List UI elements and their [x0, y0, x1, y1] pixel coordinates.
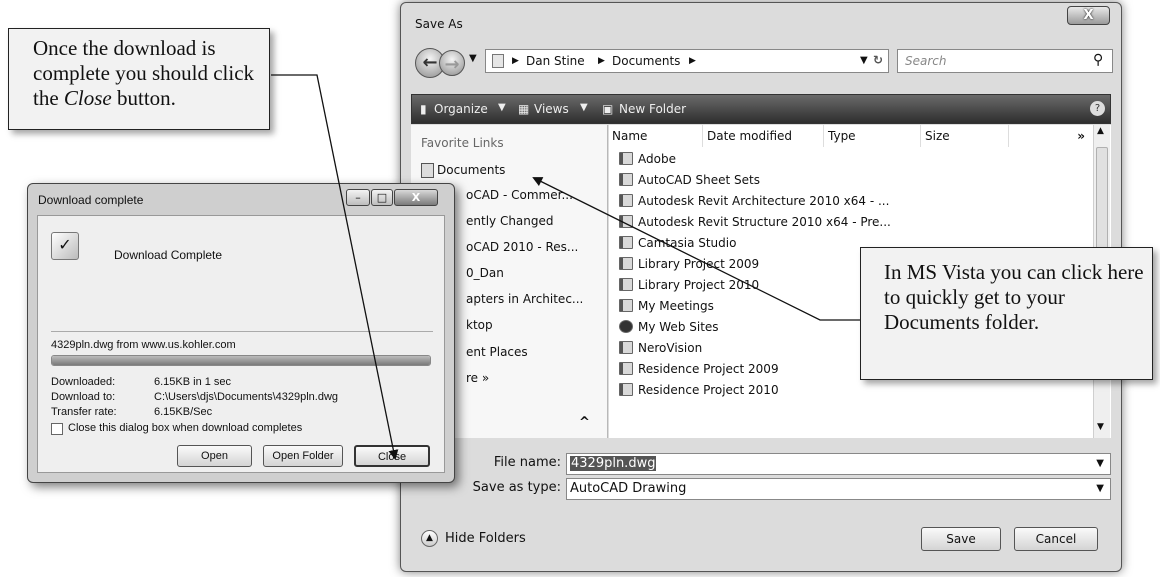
close-arrow	[271, 74, 399, 460]
callout-leader-lines	[271, 74, 860, 460]
documents-arrow	[532, 177, 860, 321]
